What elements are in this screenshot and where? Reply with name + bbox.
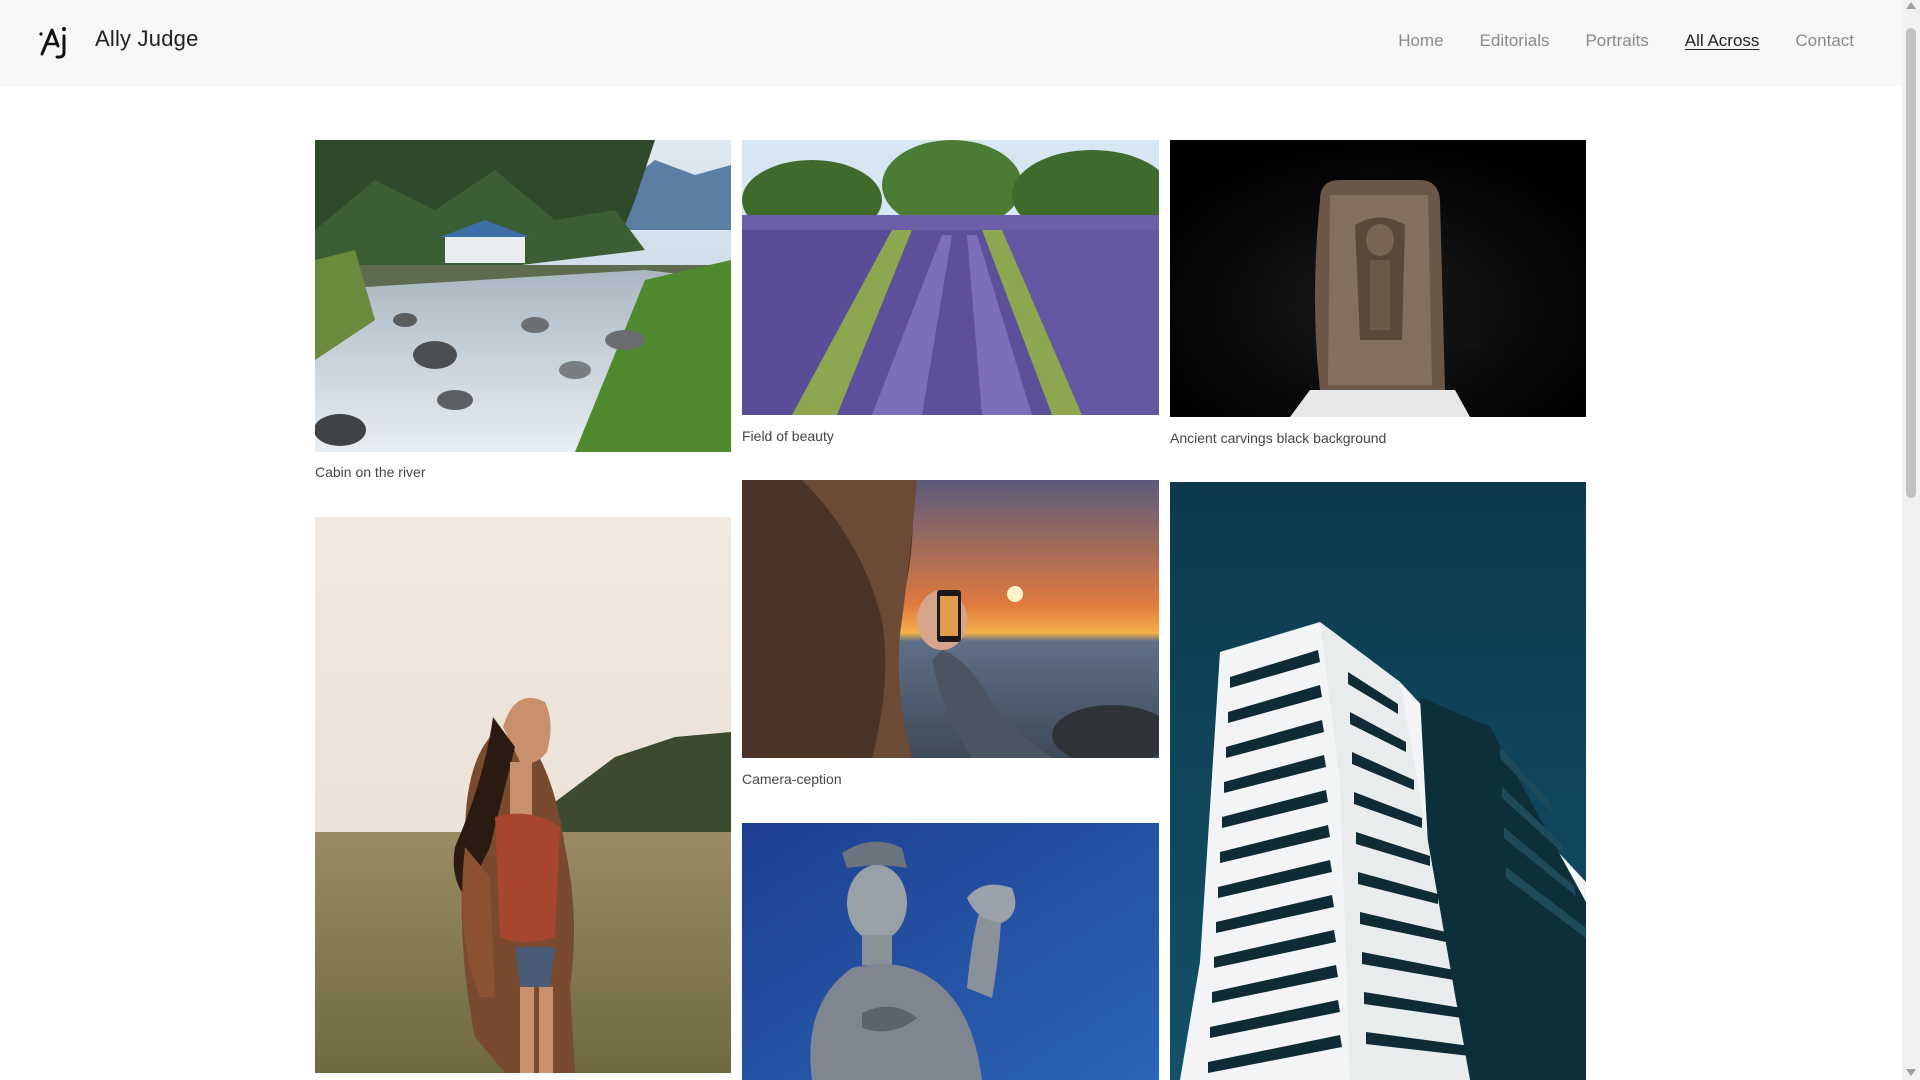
nav-home[interactable]: Home [1398,31,1443,51]
site-title[interactable]: Ally Judge [95,26,199,52]
gallery-item-camera[interactable]: Camera-ception [742,480,1159,790]
photo-camera-sunset[interactable] [742,480,1159,758]
gallery-item-building[interactable] [1170,482,1586,1080]
photo-lavender-field[interactable] [742,140,1159,415]
photo-statue-blue[interactable] [742,823,1159,1080]
page-scrollbar[interactable] [1902,0,1920,1080]
nav-portraits[interactable]: Portraits [1585,31,1648,51]
nav-all-across[interactable]: All Across [1685,31,1760,51]
scroll-down-arrow-icon[interactable] [1906,1069,1916,1076]
photo-caption: Cabin on the river [315,464,426,480]
site-header: Ally Judge Home Editorials Portraits All… [0,0,1902,86]
photo-caption: Camera-ception [742,771,842,787]
aj-monogram-icon[interactable] [38,24,72,60]
gallery-item-statue[interactable] [742,823,1159,1080]
nav-contact[interactable]: Contact [1795,31,1854,51]
photo-ancient-carvings[interactable] [1170,140,1586,417]
gallery-item-cabin[interactable]: Cabin on the river [315,140,731,485]
photo-caption: Field of beauty [742,428,834,444]
gallery-item-carvings[interactable]: Ancient carvings black background [1170,140,1586,450]
photo-cabin-river[interactable] [315,140,731,452]
gallery-item-portrait[interactable] [315,517,731,1073]
nav-editorials[interactable]: Editorials [1480,31,1550,51]
photo-caption: Ancient carvings black background [1170,430,1387,446]
photo-building-teal[interactable] [1170,482,1586,1080]
main-nav: Home Editorials Portraits All Across Con… [1398,31,1854,51]
scroll-up-arrow-icon[interactable] [1906,2,1916,9]
gallery-item-lavender[interactable]: Field of beauty [742,140,1159,450]
scrollbar-thumb[interactable] [1906,28,1916,498]
photo-woman-field[interactable] [315,517,731,1073]
